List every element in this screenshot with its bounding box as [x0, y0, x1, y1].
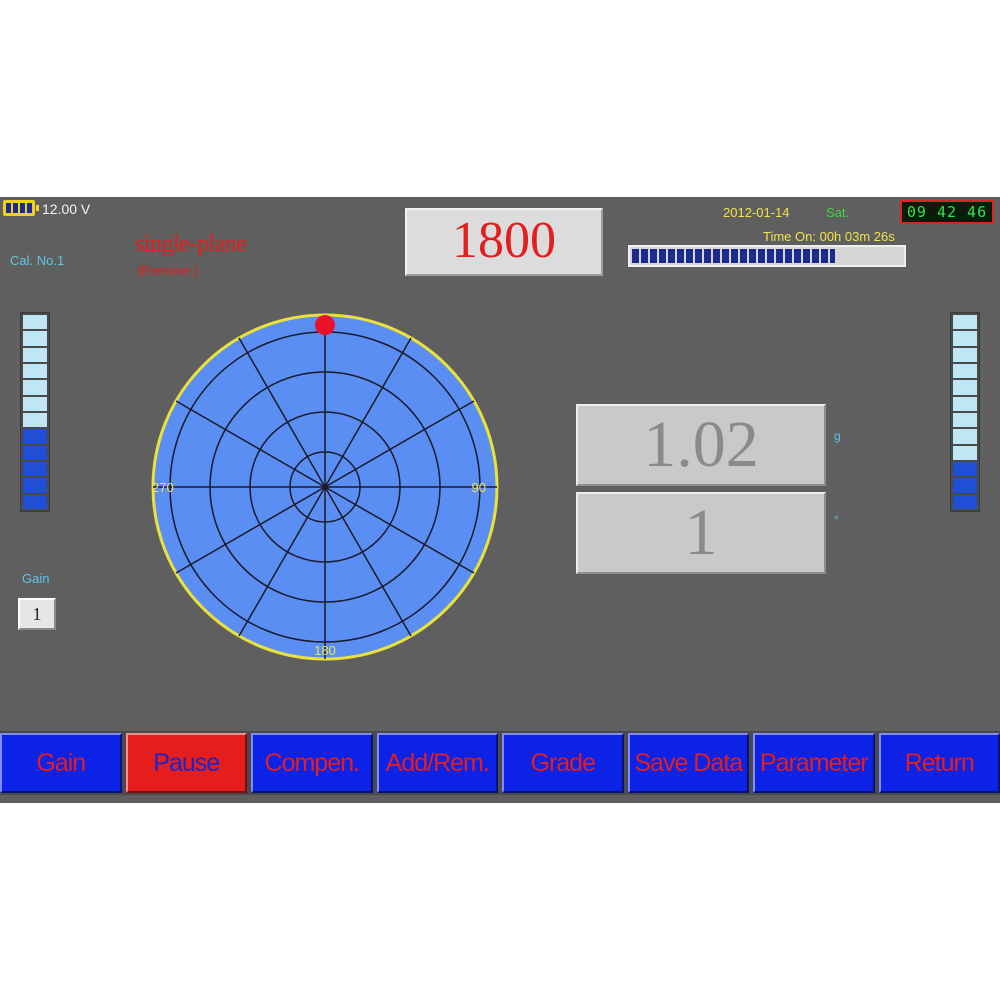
meter-segment	[953, 315, 977, 330]
progress-segment	[686, 249, 693, 263]
progress-segment	[776, 249, 783, 263]
angle-unit: °	[834, 513, 839, 527]
unbalance-marker	[315, 315, 335, 335]
meter-segment	[23, 331, 47, 346]
progress-segment	[668, 249, 675, 263]
progress-segment	[749, 249, 756, 263]
meter-segment	[23, 494, 47, 509]
meter-segment	[953, 396, 977, 411]
gain-value-box[interactable]: 1	[18, 598, 56, 630]
meter-segment	[23, 347, 47, 362]
progress-segment	[650, 249, 657, 263]
meter-segment	[953, 380, 977, 395]
weekday-text: Sat.	[826, 205, 850, 220]
rpm-display: 1800	[405, 208, 603, 276]
progress-segment	[803, 249, 810, 263]
meter-segment	[23, 315, 47, 330]
balancer-screen: 12.00 V 2012-01-14 Sat. 09 42 46 Time On…	[0, 197, 1000, 803]
toolbar-button-save-data[interactable]: Save Data	[627, 733, 749, 793]
polar-label-bottom: 180	[314, 643, 336, 658]
meter-segment	[23, 363, 47, 379]
progress-segment	[740, 249, 747, 263]
meter-segment	[953, 445, 977, 460]
meter-segment	[23, 396, 47, 411]
meter-segment	[953, 478, 977, 493]
angle-display: 1	[576, 492, 826, 574]
mode-title: single-plane	[135, 231, 247, 257]
meter-segment	[23, 429, 47, 444]
meter-segment	[953, 331, 977, 346]
meter-segment	[953, 461, 977, 477]
toolbar-button-gain[interactable]: Gain	[0, 733, 122, 793]
polar-label-left: 270	[152, 480, 174, 495]
gain-label: Gain	[22, 571, 50, 586]
progress-bar	[628, 245, 906, 267]
progress-segment	[758, 249, 765, 263]
right-level-meter	[950, 312, 980, 512]
progress-segment	[677, 249, 684, 263]
battery-icon	[3, 200, 39, 216]
meter-segment	[953, 494, 977, 509]
progress-segment	[722, 249, 729, 263]
toolbar-button-compen[interactable]: Compen.	[251, 733, 373, 793]
toolbar-button-return[interactable]: Return	[878, 733, 1000, 793]
meter-segment	[23, 445, 47, 460]
meter-segment	[953, 412, 977, 428]
function-toolbar: Gain Pause Compen. Add/Rem. Grade Save Data Pa…	[0, 731, 1000, 795]
progress-segment	[785, 249, 792, 263]
progress-segment	[731, 249, 738, 263]
meter-segment	[23, 478, 47, 493]
progress-segment	[659, 249, 666, 263]
meter-segment	[953, 429, 977, 444]
toolbar-button-grade[interactable]: Grade	[502, 733, 624, 793]
clock-display: 09 42 46	[900, 200, 994, 224]
progress-segment	[767, 249, 774, 263]
meter-segment	[23, 380, 47, 395]
progress-segment	[794, 249, 801, 263]
amplitude-unit: g	[834, 429, 841, 443]
progress-fill	[632, 249, 835, 263]
meter-segment	[23, 461, 47, 477]
toolbar-button-pause[interactable]: Pause	[125, 733, 247, 793]
progress-segment	[641, 249, 648, 263]
polar-label-right: 90	[472, 480, 486, 495]
voltage-readout: 12.00 V	[42, 201, 91, 217]
progress-segment	[713, 249, 720, 263]
mode-subtitle: (Remove )	[137, 263, 198, 278]
meter-segment	[953, 347, 977, 362]
progress-segment	[632, 249, 639, 263]
date-text: 2012-01-14	[723, 205, 790, 220]
toolbar-button-parameter[interactable]: Parameter	[753, 733, 875, 793]
amplitude-display: 1.02	[576, 404, 826, 486]
progress-segment	[821, 249, 828, 263]
toolbar-button-add-rem[interactable]: Add/Rem.	[376, 733, 498, 793]
calibration-label: Cal. No.1	[10, 253, 65, 268]
left-level-meter	[20, 312, 50, 512]
progress-segment	[812, 249, 819, 263]
polar-plot: 90 270 180 0	[151, 313, 499, 661]
progress-segment	[704, 249, 711, 263]
meter-segment	[23, 412, 47, 428]
progress-segment	[695, 249, 702, 263]
meter-segment	[953, 363, 977, 379]
time-on-text: Time On: 00h 03m 26s	[763, 229, 895, 244]
progress-segment	[830, 249, 835, 263]
